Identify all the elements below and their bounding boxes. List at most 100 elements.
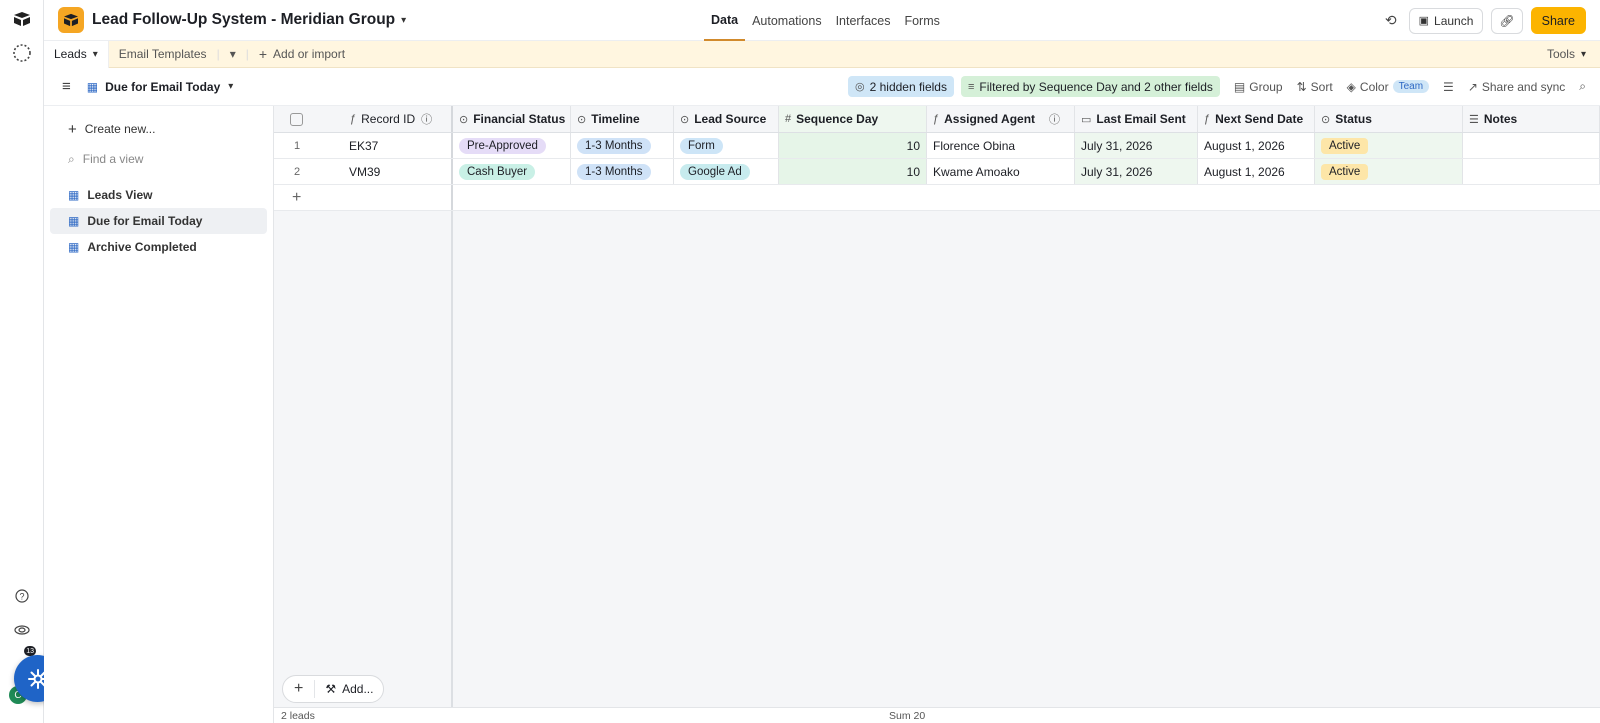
history-icon[interactable]: ⟲	[1385, 12, 1397, 29]
group-icon: ▤	[1233, 79, 1246, 94]
menu-icon[interactable]: ≡	[62, 78, 71, 95]
base-title[interactable]: Lead Follow-Up System - Meridian Group	[92, 11, 395, 29]
view-name[interactable]: Due for Email Today	[105, 80, 220, 94]
sidebar-item-due-for-email-today[interactable]: ▦ Due for Email Today	[50, 208, 267, 234]
tab-data[interactable]: Data	[704, 0, 746, 41]
svg-text:?: ?	[19, 592, 24, 602]
status-cell[interactable]: Active	[1315, 133, 1463, 158]
add-row-button[interactable]: +	[274, 185, 1600, 211]
row-height-icon: ☰	[1443, 79, 1454, 94]
tab-forms[interactable]: Forms	[897, 0, 946, 41]
add-with-ai-button[interactable]: ⚒ Add...	[315, 682, 383, 696]
header-sequence-day[interactable]: # Sequence Day	[779, 106, 927, 132]
copy-link-button[interactable]: 🔗︎	[1491, 7, 1523, 34]
row-height-button[interactable]: ☰	[1443, 80, 1454, 94]
header-record-id[interactable]: ƒ Record ID ⓘ	[274, 106, 453, 132]
table-row[interactable]: 2 VM39 Cash Buyer 1-3 Months Google Ad 1…	[274, 159, 1600, 185]
column-label: Next Send Date	[1215, 112, 1304, 126]
column-label: Financial Status	[473, 112, 566, 126]
single-select-icon: ⊙	[680, 113, 690, 126]
create-new-view-button[interactable]: + Create new...	[50, 116, 267, 142]
launch-button[interactable]: ▣ Launch	[1408, 7, 1484, 34]
table-tab-leads[interactable]: Leads ▾	[44, 40, 109, 68]
share-button[interactable]: Share	[1530, 7, 1586, 34]
plus-icon: +	[292, 188, 302, 206]
financial-status-cell[interactable]: Cash Buyer	[453, 159, 571, 184]
add-row-cell[interactable]: +	[274, 185, 453, 210]
home-logo-icon[interactable]	[12, 9, 32, 29]
sequence-day-cell[interactable]: 10	[779, 159, 927, 184]
header-timeline[interactable]: ⊙ Timeline	[571, 106, 674, 132]
formula-icon: ƒ	[933, 113, 940, 125]
sort-icon: ⇅	[1296, 79, 1307, 94]
grid-view-icon: ▦	[68, 240, 80, 254]
header-next-send-date[interactable]: ƒ Next Send Date	[1198, 106, 1315, 132]
search-icon: ⌕	[1579, 79, 1586, 93]
last-email-sent-cell[interactable]: July 31, 2026	[1075, 133, 1198, 158]
table-row[interactable]: 1 EK37 Pre-Approved 1-3 Months Form 10 F…	[274, 133, 1600, 159]
help-icon[interactable]: ?	[12, 586, 32, 606]
table-tab-email-templates[interactable]: Email Templates	[109, 41, 217, 68]
paint-bucket-icon: ◈	[1346, 79, 1356, 94]
views-sidebar: + Create new... ⌕ Find a view ▦ Leads Vi…	[44, 106, 274, 723]
last-email-sent-cell[interactable]: July 31, 2026	[1075, 159, 1198, 184]
header-lead-source[interactable]: ⊙ Lead Source	[674, 106, 779, 132]
row-number: 2	[293, 165, 301, 178]
table-tab-label: Leads	[54, 47, 87, 61]
add-or-import-label: Add or import	[273, 47, 346, 61]
info-icon: ⓘ	[1049, 114, 1061, 126]
header-last-email-sent[interactable]: ▭ Last Email Sent	[1075, 106, 1198, 132]
timeline-cell[interactable]: 1-3 Months	[571, 159, 674, 184]
hidden-fields-button[interactable]: ◎ 2 hidden fields	[847, 76, 954, 97]
next-send-date-cell[interactable]: August 1, 2026	[1198, 159, 1315, 184]
grid-view-icon: ▦	[68, 214, 80, 228]
sequence-day-cell[interactable]: 10	[779, 133, 927, 158]
header-financial-status[interactable]: ⊙ Financial Status	[453, 106, 571, 132]
select-all-checkbox[interactable]	[290, 112, 303, 126]
tab-interfaces[interactable]: Interfaces	[829, 0, 898, 41]
workspace-icon[interactable]	[12, 43, 32, 63]
marketplace-icon[interactable]	[12, 620, 32, 640]
notes-cell[interactable]	[1463, 133, 1600, 158]
color-button[interactable]: ◈ Color Team	[1346, 79, 1430, 94]
top-actions: ⟲ ▣ Launch 🔗︎ Share	[1385, 7, 1586, 34]
tools-menu[interactable]: Tools ▾	[1547, 47, 1586, 61]
header-status[interactable]: ⊙ Status	[1315, 106, 1463, 132]
sidebar-item-archive-completed[interactable]: ▦ Archive Completed	[50, 234, 267, 260]
tab-automations[interactable]: Automations	[745, 0, 828, 41]
assigned-agent-cell[interactable]: Florence Obina	[927, 133, 1075, 158]
chevron-down-icon[interactable]: ▾	[228, 81, 233, 92]
nav-tabs: Data Automations Interfaces Forms	[704, 0, 947, 41]
filter-button[interactable]: ≡ Filtered by Sequence Day and 2 other f…	[960, 76, 1220, 97]
add-record-button[interactable]: +	[283, 680, 316, 698]
lead-source-cell[interactable]: Google Ad	[674, 159, 779, 184]
sort-button[interactable]: ⇅ Sort	[1297, 80, 1333, 94]
assigned-agent-cell[interactable]: Kwame Amoako	[927, 159, 1075, 184]
status-cell[interactable]: Active	[1315, 159, 1463, 184]
header-assigned-agent[interactable]: ƒ Assigned Agent ⓘ	[927, 106, 1075, 132]
add-or-import-button[interactable]: + Add or import	[249, 41, 355, 68]
next-send-date-cell[interactable]: August 1, 2026	[1198, 133, 1315, 158]
record-id-cell[interactable]: 2 VM39	[274, 159, 453, 184]
financial-status-cell[interactable]: Pre-Approved	[453, 133, 571, 158]
sequence-day-value: 10	[906, 138, 920, 153]
group-button[interactable]: ▤ Group	[1234, 80, 1283, 94]
timeline-cell[interactable]: 1-3 Months	[571, 133, 674, 158]
chevron-down-icon[interactable]: ▾	[93, 49, 98, 60]
search-button[interactable]: ⌕	[1579, 79, 1586, 94]
base-logo-icon[interactable]	[58, 7, 84, 33]
record-id-cell[interactable]: 1 EK37	[274, 133, 453, 158]
sidebar-item-leads-view[interactable]: ▦ Leads View	[50, 182, 267, 208]
long-text-icon: ☰	[1469, 113, 1479, 126]
share-sync-button[interactable]: ↗ Share and sync	[1468, 80, 1565, 94]
find-view-input[interactable]: ⌕ Find a view	[50, 146, 267, 172]
lead-source-cell[interactable]: Form	[674, 133, 779, 158]
column-label: Assigned Agent	[944, 112, 1036, 126]
notes-cell[interactable]	[1463, 159, 1600, 184]
financial-status-pill: Pre-Approved	[459, 137, 546, 154]
next-send-date-value: August 1, 2026	[1204, 164, 1285, 179]
all-tables-dropdown[interactable]: ▾	[220, 41, 246, 68]
header-notes[interactable]: ☰ Notes	[1463, 106, 1600, 132]
sequence-day-sum[interactable]: Sum 20	[889, 710, 925, 722]
chevron-down-icon[interactable]: ▾	[401, 15, 406, 26]
